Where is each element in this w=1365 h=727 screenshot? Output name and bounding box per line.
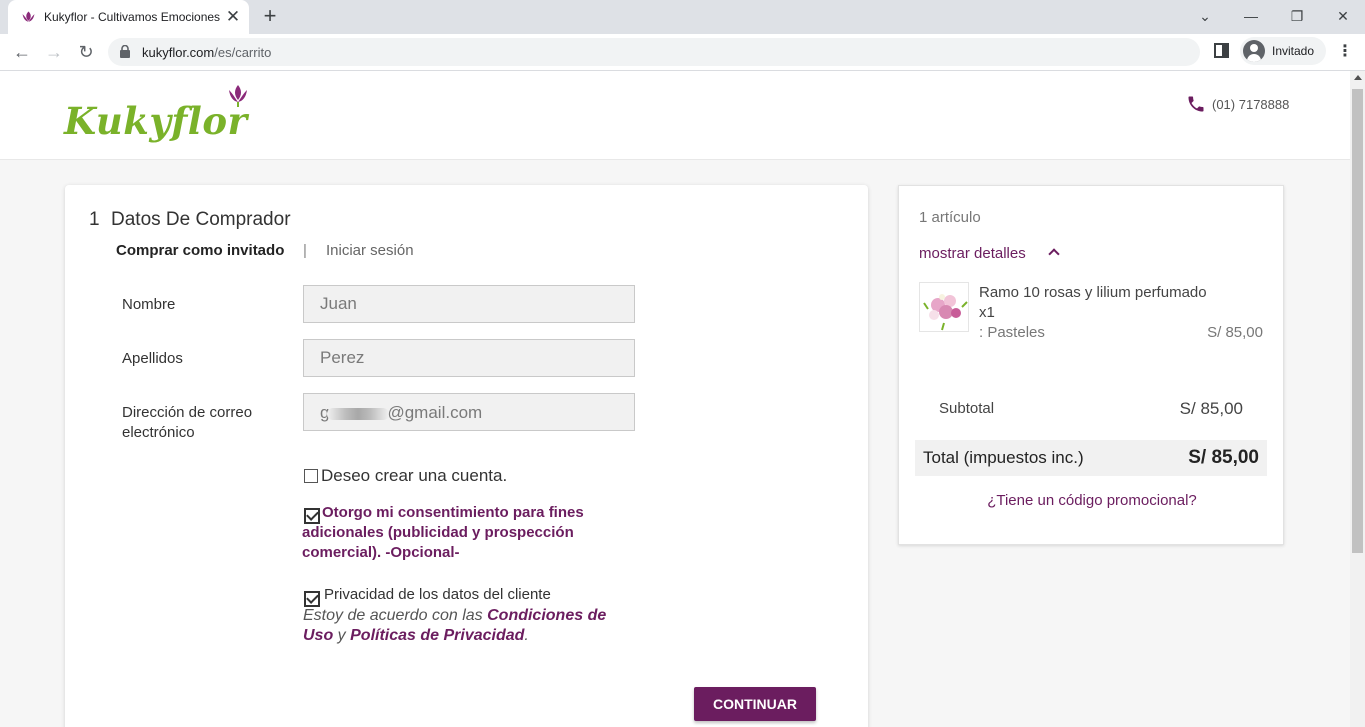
continue-button[interactable]: CONTINUAR xyxy=(694,687,816,721)
product-name[interactable]: Ramo 10 rosas y lilium perfumado xyxy=(979,284,1207,301)
browser-tab[interactable]: Kukyflor - Cultivamos Emociones ✕ xyxy=(8,0,249,34)
scrollbar-thumb[interactable] xyxy=(1352,89,1363,553)
browser-menu-icon[interactable]: ⋮ xyxy=(1335,41,1355,63)
reload-button[interactable]: ↻ xyxy=(74,40,98,64)
privacy-text-part: Estoy de acuerdo con las xyxy=(303,607,488,624)
show-details-link[interactable]: mostrar detalles xyxy=(919,245,1026,262)
privacy-text: Estoy de acuerdo con las Condiciones de … xyxy=(303,606,633,646)
email-redaction xyxy=(327,407,390,420)
url-text: kukyflor.com/es/carrito xyxy=(142,45,271,60)
chevron-up-icon[interactable] xyxy=(1048,248,1060,260)
tab-guest-checkout[interactable]: Comprar como invitado xyxy=(116,242,284,259)
product-attribute: : Pasteles xyxy=(979,324,1045,341)
create-account-checkbox[interactable] xyxy=(304,469,318,483)
cart-summary: 1 artículo mostrar detalles Ramo 10 rosa… xyxy=(898,185,1284,545)
create-account-label[interactable]: Deseo crear una cuenta. xyxy=(321,466,507,486)
tab-search-icon[interactable]: ⌄ xyxy=(1192,3,1218,29)
product-thumbnail[interactable] xyxy=(919,282,969,332)
privacy-checkbox[interactable] xyxy=(304,591,320,607)
browser-toolbar: ← → ↻ kukyflor.com/es/carrito Invitado ⋮ xyxy=(0,34,1365,71)
total-row: Total (impuestos inc.) S/ 85,00 xyxy=(915,440,1267,476)
url-domain: kukyflor.com xyxy=(142,45,215,60)
item-count: 1 artículo xyxy=(919,209,981,226)
profile-label: Invitado xyxy=(1272,44,1315,58)
step-number: 1 xyxy=(89,209,100,230)
product-quantity: x1 xyxy=(979,304,995,321)
kukyflor-favicon-icon xyxy=(22,11,35,22)
privacy-title: Privacidad de los datos del cliente xyxy=(324,586,551,603)
privacy-text-part: y xyxy=(333,627,351,644)
url-path: /es/carrito xyxy=(214,45,272,60)
phone-icon xyxy=(1188,96,1204,112)
tab-close-icon[interactable]: ✕ xyxy=(224,8,242,26)
email-field[interactable]: g @gmail.com xyxy=(303,393,635,431)
page-scrollbar[interactable] xyxy=(1350,71,1365,727)
address-bar[interactable]: kukyflor.com/es/carrito xyxy=(108,38,1200,66)
checkout-step-card: 1 Datos De Comprador Comprar como invita… xyxy=(65,185,868,727)
first-name-label: Nombre xyxy=(122,296,176,313)
promo-code-link[interactable]: ¿Tiene un código promocional? xyxy=(899,492,1285,509)
consent-label-text: Otorgo mi consentimiento para fines adic… xyxy=(302,504,584,561)
back-button[interactable]: ← xyxy=(10,40,34,64)
total-value: S/ 85,00 xyxy=(1188,447,1259,468)
step-title: Datos De Comprador xyxy=(111,209,291,230)
total-label: Total (impuestos inc.) xyxy=(923,448,1084,467)
site-logo[interactable]: Kukyflor xyxy=(64,83,254,149)
logo-text: Kukyflor xyxy=(64,99,248,143)
tab-separator: | xyxy=(303,242,307,259)
browser-tabstrip: Kukyflor - Cultivamos Emociones ✕ + ⌄ — … xyxy=(0,0,1365,34)
new-tab-button[interactable]: + xyxy=(259,5,281,28)
subtotal-value: S/ 85,00 xyxy=(1179,399,1243,418)
last-name-label: Apellidos xyxy=(122,350,183,367)
subtotal-label: Subtotal xyxy=(939,400,995,417)
profile-avatar-icon xyxy=(1243,40,1265,62)
tab-title: Kukyflor - Cultivamos Emociones xyxy=(44,10,221,24)
first-name-field[interactable] xyxy=(303,285,635,323)
tab-login[interactable]: Iniciar sesión xyxy=(326,242,414,259)
profile-button[interactable]: Invitado xyxy=(1240,37,1326,65)
side-panel-icon[interactable] xyxy=(1214,43,1229,58)
bouquet-image xyxy=(920,283,968,331)
consent-label[interactable]: Otorgo mi consentimiento para fines adic… xyxy=(302,503,612,563)
privacy-text-part: . xyxy=(524,627,529,644)
page-content: Kukyflor (01) 7178888 1 Datos De Comprad… xyxy=(0,71,1350,727)
email-label: Dirección de correo electrónico xyxy=(122,404,253,441)
forward-button[interactable]: → xyxy=(42,40,66,64)
product-price: S/ 85,00 xyxy=(1207,324,1263,341)
phone-number[interactable]: (01) 7178888 xyxy=(1212,97,1289,112)
lock-icon xyxy=(120,45,130,58)
restore-button[interactable]: ❐ xyxy=(1284,3,1310,29)
last-name-field[interactable] xyxy=(303,339,635,377)
site-header: Kukyflor (01) 7178888 xyxy=(0,71,1350,160)
close-window-button[interactable]: ✕ xyxy=(1330,3,1356,29)
minimize-button[interactable]: — xyxy=(1238,3,1264,29)
scroll-up-arrow-icon[interactable] xyxy=(1354,75,1362,80)
privacy-policy-link[interactable]: Políticas de Privacidad xyxy=(350,627,524,644)
email-suffix: @gmail.com xyxy=(387,403,483,422)
logo-flower-icon xyxy=(229,85,247,107)
